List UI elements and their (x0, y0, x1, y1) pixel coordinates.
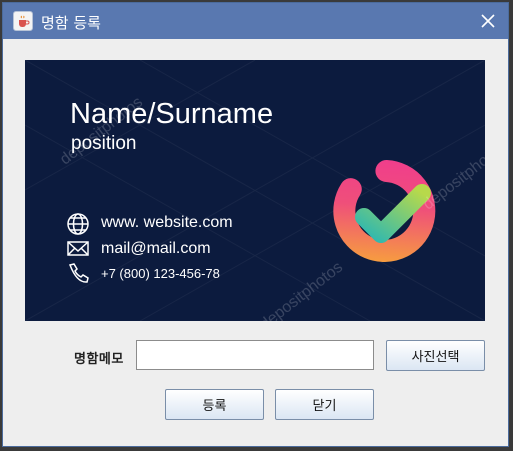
window-title: 명함 등록 (41, 14, 101, 32)
card-phone: +7 (800) 123-456-78 (101, 266, 220, 281)
globe-icon (67, 213, 89, 235)
java-cup-icon (13, 11, 33, 31)
register-button[interactable]: 등록 (165, 389, 264, 420)
envelope-icon (67, 241, 89, 256)
memo-label: 명함메모 (74, 352, 124, 367)
business-card-register-window: 명함 등록 Name/Surname position www. website… (2, 2, 509, 447)
phone-icon (68, 263, 89, 283)
memo-input[interactable] (136, 340, 374, 370)
checkmark-logo-icon (333, 160, 436, 262)
title-bar[interactable]: 명함 등록 (3, 3, 508, 39)
close-window-button[interactable] (476, 9, 500, 33)
close-button[interactable]: 닫기 (275, 389, 374, 420)
card-email: mail@mail.com (101, 240, 211, 257)
select-photo-button[interactable]: 사진선택 (386, 340, 485, 371)
card-website: www. website.com (101, 214, 233, 231)
close-icon (481, 14, 495, 28)
business-card-image: Name/Surname position www. website.com m… (25, 60, 485, 321)
